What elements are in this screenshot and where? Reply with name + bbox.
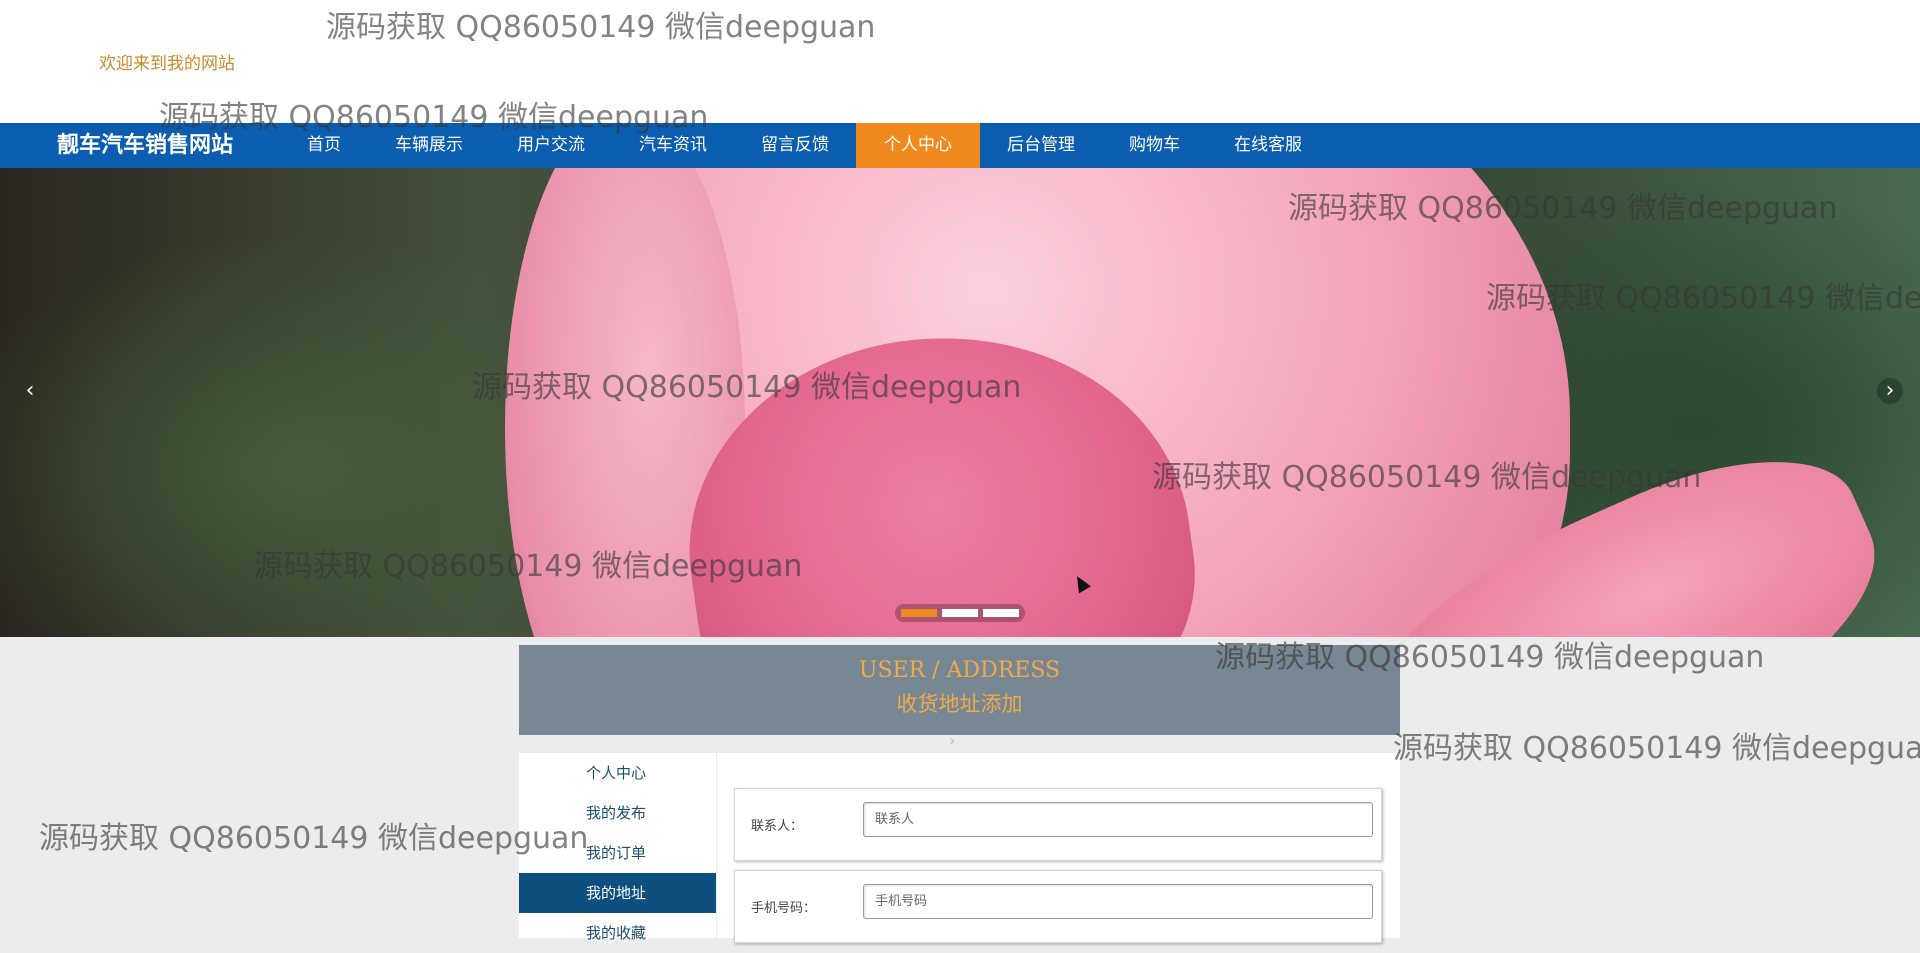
side-item-my-favorites[interactable]: 我的收藏 <box>519 913 716 953</box>
address-section-header: USER / ADDRESS 收货地址添加 <box>519 645 1400 735</box>
form-row-phone: 手机号码： <box>734 870 1382 943</box>
chevron-right-icon: › <box>949 731 956 750</box>
nav-item-news[interactable]: 汽车资讯 <box>612 123 734 168</box>
chevron-right-icon[interactable]: › <box>1877 378 1903 404</box>
contact-input[interactable] <box>863 802 1373 837</box>
nav-item-community[interactable]: 用户交流 <box>490 123 612 168</box>
main-nav: 靓车汽车销售网站 首页 车辆展示 用户交流 汽车资讯 留言反馈 个人中心 后台管… <box>0 123 1920 168</box>
nav-item-admin[interactable]: 后台管理 <box>980 123 1102 168</box>
nav-item-customer-service[interactable]: 在线客服 <box>1207 123 1329 168</box>
address-title-cn: 收货地址添加 <box>896 692 1023 716</box>
watermark-text: 源码获取 QQ86050149 微信deepguan <box>39 821 589 856</box>
nav-items: 首页 车辆展示 用户交流 汽车资讯 留言反馈 个人中心 后台管理 购物车 在线客… <box>280 123 1329 168</box>
carousel-dot[interactable] <box>942 609 978 617</box>
nav-item-cart[interactable]: 购物车 <box>1102 123 1207 168</box>
phone-input[interactable] <box>863 884 1373 919</box>
side-item-my-posts[interactable]: 我的发布 <box>519 793 716 833</box>
carousel-indicators <box>895 604 1025 622</box>
banner-carousel <box>0 168 1920 637</box>
side-item-my-orders[interactable]: 我的订单 <box>519 833 716 873</box>
carousel-dot[interactable] <box>901 609 937 617</box>
contact-label: 联系人： <box>751 819 804 834</box>
site-title[interactable]: 靓车汽车销售网站 <box>57 123 233 168</box>
welcome-text: 欢迎来到我的网站 <box>99 54 235 74</box>
side-item-my-address[interactable]: 我的地址 <box>519 873 716 913</box>
nav-item-feedback[interactable]: 留言反馈 <box>734 123 856 168</box>
side-item-personal-center[interactable]: 个人中心 <box>519 753 716 793</box>
watermark-text: 源码获取 QQ86050149 微信deepguan <box>1393 731 1920 766</box>
user-side-menu: 个人中心 我的发布 我的订单 我的地址 我的收藏 <box>519 753 716 942</box>
chevron-left-icon[interactable]: ‹ <box>17 378 43 404</box>
nav-item-home[interactable]: 首页 <box>280 123 368 168</box>
nav-item-vehicles[interactable]: 车辆展示 <box>368 123 490 168</box>
carousel-dot[interactable] <box>983 609 1019 617</box>
address-title-en: USER / ADDRESS <box>858 658 1061 683</box>
form-row-contact: 联系人： <box>734 788 1382 861</box>
address-form: 联系人： 手机号码： <box>717 753 1400 943</box>
top-header: 欢迎来到我的网站 <box>0 0 1920 123</box>
nav-item-personal-center[interactable]: 个人中心 <box>856 123 980 168</box>
phone-label: 手机号码： <box>751 901 817 916</box>
